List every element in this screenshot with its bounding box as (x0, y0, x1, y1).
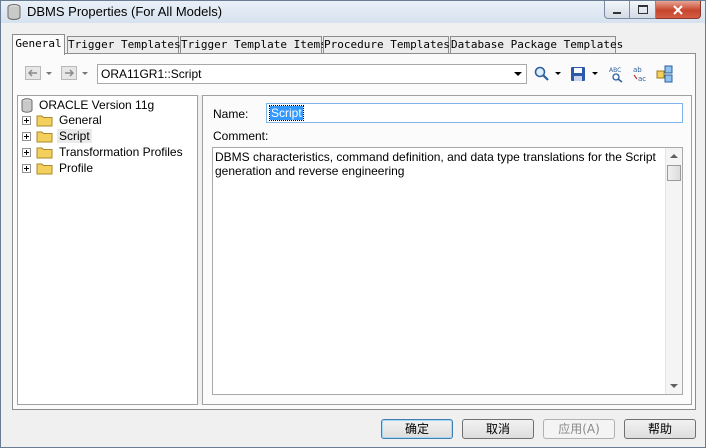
forward-button[interactable] (61, 66, 77, 80)
tab-trigger-templates[interactable]: Trigger Templates (67, 36, 181, 53)
folder-icon (36, 115, 53, 127)
save-icon (571, 67, 585, 81)
tab-general[interactable]: General (12, 34, 65, 55)
tree-item-label: Profile (59, 161, 94, 175)
comment-text: DBMS characteristics, command definition… (215, 150, 660, 178)
maximize-icon (637, 5, 648, 14)
find-dropdown-icon[interactable] (555, 72, 561, 75)
apply-button[interactable]: 应用(A) (543, 419, 615, 439)
chevron-down-icon[interactable] (514, 72, 522, 76)
tree-root-label: ORACLE Version 11g (39, 98, 155, 112)
comment-textarea[interactable]: DBMS characteristics, command definition… (212, 147, 683, 395)
tree-item-label: General (59, 113, 102, 127)
window-controls (604, 1, 701, 20)
minimize-icon (613, 11, 621, 14)
path-combobox[interactable]: ORA11GR1::Script (97, 64, 527, 84)
browse-icon (656, 65, 673, 83)
scroll-down-icon[interactable] (670, 384, 678, 388)
maximize-button[interactable] (630, 1, 656, 19)
svg-text:ABC: ABC (609, 67, 621, 74)
back-arrow-icon (28, 69, 37, 77)
tree-item-script[interactable]: Script (22, 129, 192, 145)
toolbar: ORA11GR1::Script ABC ab ac (23, 63, 683, 85)
expand-icon[interactable] (22, 132, 31, 141)
dbms-properties-window: DBMS Properties (For All Models) General… (0, 0, 706, 448)
spell-check-button[interactable]: ABC (608, 65, 626, 83)
tree-item-profile[interactable]: Profile (22, 161, 192, 177)
tab-trigger-template-items[interactable]: Trigger Template Items (180, 36, 327, 53)
name-label: Name: (213, 107, 249, 121)
category-tree[interactable]: ORACLE Version 11g General Script Transf… (17, 95, 198, 405)
folder-icon (36, 163, 53, 175)
comment-label: Comment: (213, 129, 269, 143)
close-icon (673, 4, 683, 15)
spell-check-icon: ABC (609, 67, 623, 83)
svg-text:ac: ac (638, 75, 646, 83)
title-bar[interactable]: DBMS Properties (For All Models) (1, 1, 705, 23)
tree-item-general[interactable]: General (22, 113, 192, 129)
back-button[interactable] (25, 66, 41, 80)
tree-root[interactable]: ORACLE Version 11g (20, 98, 190, 114)
forward-arrow-icon (65, 69, 74, 77)
name-field-value: Script (269, 105, 304, 121)
cancel-button[interactable]: 取消 (462, 419, 534, 439)
find-button[interactable] (533, 65, 551, 83)
save-dropdown-icon[interactable] (592, 72, 598, 75)
tab-database-package-templates[interactable]: Database Package Templates (450, 36, 623, 53)
tab-procedure-templates[interactable]: Procedure Templates (323, 36, 450, 53)
browse-button[interactable] (656, 65, 674, 83)
path-value: ORA11GR1::Script (101, 67, 202, 81)
close-button[interactable] (656, 1, 701, 19)
database-icon (21, 98, 33, 113)
comment-scrollbar[interactable] (665, 148, 682, 394)
name-field[interactable]: Script (266, 103, 683, 123)
folder-icon (36, 147, 53, 159)
scroll-thumb[interactable] (667, 165, 681, 181)
save-button[interactable] (569, 65, 587, 83)
ok-button[interactable]: 确定 (381, 419, 453, 439)
minimize-button[interactable] (604, 1, 630, 19)
replace-button[interactable]: ab ac (632, 65, 650, 83)
tree-item-label: Script (57, 129, 92, 143)
tree-item-label: Transformation Profiles (59, 145, 183, 159)
expand-icon[interactable] (22, 148, 31, 157)
expand-icon[interactable] (22, 164, 31, 173)
window-title: DBMS Properties (For All Models) (27, 4, 223, 19)
folder-icon (36, 131, 53, 143)
database-icon (7, 4, 21, 23)
find-icon (534, 66, 549, 81)
forward-dropdown-icon[interactable] (82, 72, 88, 75)
scroll-up-icon[interactable] (670, 154, 678, 158)
replace-icon: ab ac (633, 66, 646, 83)
back-dropdown-icon[interactable] (46, 72, 52, 75)
help-button[interactable]: 帮助 (624, 419, 696, 439)
tree-item-transformation-profiles[interactable]: Transformation Profiles (22, 145, 192, 161)
expand-icon[interactable] (22, 116, 31, 125)
svg-text:ab: ab (633, 66, 642, 74)
